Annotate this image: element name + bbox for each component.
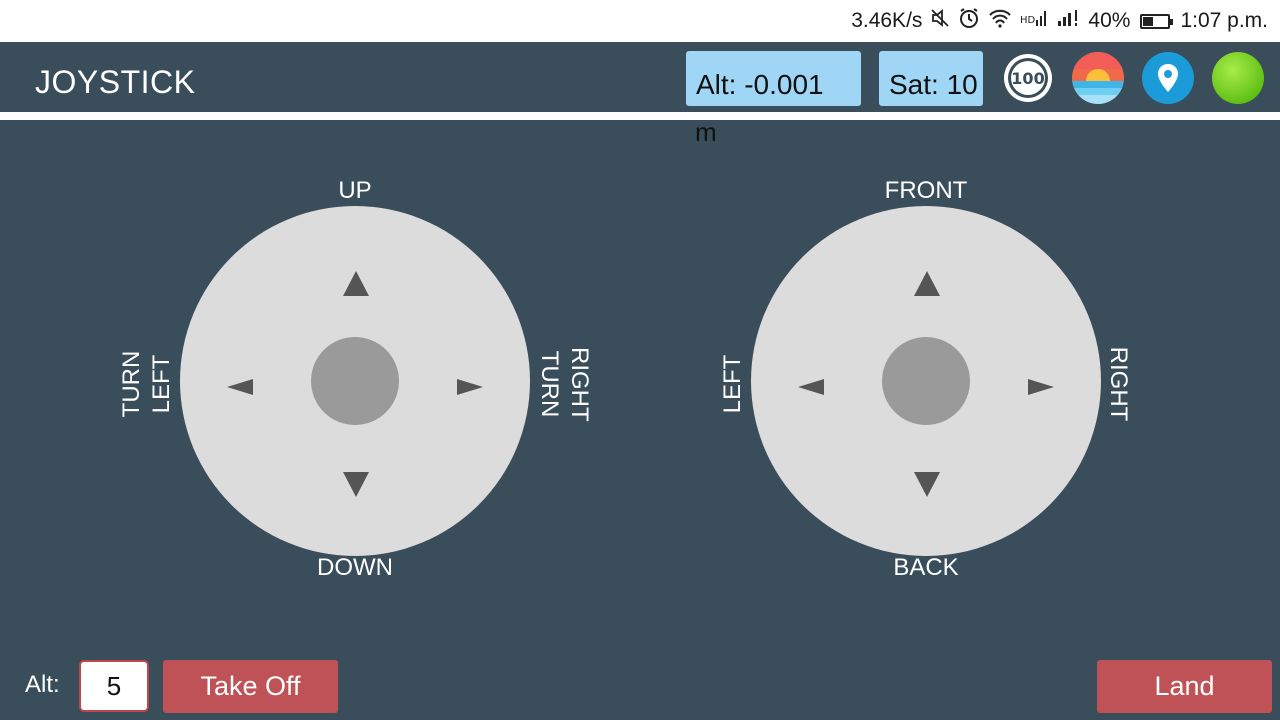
up-arrow-icon <box>914 271 940 296</box>
location-pin-icon[interactable] <box>1141 51 1195 105</box>
altitude-value: Alt: -0.001 <box>696 69 824 100</box>
signal-icon <box>1056 8 1080 34</box>
altitude-readout: Alt: -0.001 m <box>686 51 861 147</box>
altitude-unit: m <box>695 117 717 147</box>
weather-icon[interactable] <box>1071 51 1125 105</box>
right-pad-right-label: RIGHT <box>1105 346 1132 422</box>
mute-icon <box>930 8 950 34</box>
down-arrow-icon <box>914 472 940 497</box>
status-bar: 3.46K/s HD 40% 1:07 p.m. <box>0 0 1280 42</box>
page-title: JOYSTICK <box>35 64 196 100</box>
header-divider <box>0 112 1280 120</box>
svg-text:HD: HD <box>1020 15 1036 26</box>
left-pad-down-label: DOWN <box>317 554 393 581</box>
left-arrow-icon <box>227 379 253 395</box>
battery-icon <box>1140 13 1174 29</box>
land-button[interactable]: Land <box>1097 660 1272 713</box>
satellite-count: Sat: 10 <box>889 69 978 100</box>
left-joystick[interactable] <box>180 206 530 556</box>
altitude-input[interactable] <box>79 660 149 712</box>
left-arrow-icon <box>798 379 824 395</box>
right-joystick-knob[interactable] <box>882 337 970 425</box>
right-pad-back-label: BACK <box>893 554 959 581</box>
up-arrow-icon <box>343 271 369 296</box>
network-speed: 3.46K/s <box>851 9 923 32</box>
left-pad-turn-left-label: TURN LEFT <box>118 350 175 418</box>
right-arrow-icon <box>1028 379 1054 395</box>
left-pad-up-label: UP <box>338 177 372 204</box>
right-pad-front-label: FRONT <box>884 177 968 204</box>
clock: 1:07 p.m. <box>1180 9 1268 32</box>
hd-signal-icon: HD <box>1020 8 1048 34</box>
right-joystick[interactable] <box>751 206 1101 556</box>
left-joystick-knob[interactable] <box>311 337 399 425</box>
battery-percent: 40% <box>1088 9 1131 32</box>
speed-limit-icon[interactable]: 100 <box>1001 51 1055 105</box>
satellite-readout: Sat: 10 <box>879 51 983 106</box>
right-arrow-icon <box>457 379 483 395</box>
take-off-button[interactable]: Take Off <box>163 660 338 713</box>
connection-status-icon <box>1211 51 1265 105</box>
right-pad-left-label: LEFT <box>719 354 746 414</box>
wifi-icon <box>988 8 1012 34</box>
alarm-icon <box>958 7 980 35</box>
left-pad-turn-right-label: RIGHT TURN <box>536 347 593 422</box>
speed-badge-text: 100 <box>1011 69 1044 88</box>
down-arrow-icon <box>343 472 369 497</box>
altitude-input-label: Alt: <box>25 671 60 698</box>
